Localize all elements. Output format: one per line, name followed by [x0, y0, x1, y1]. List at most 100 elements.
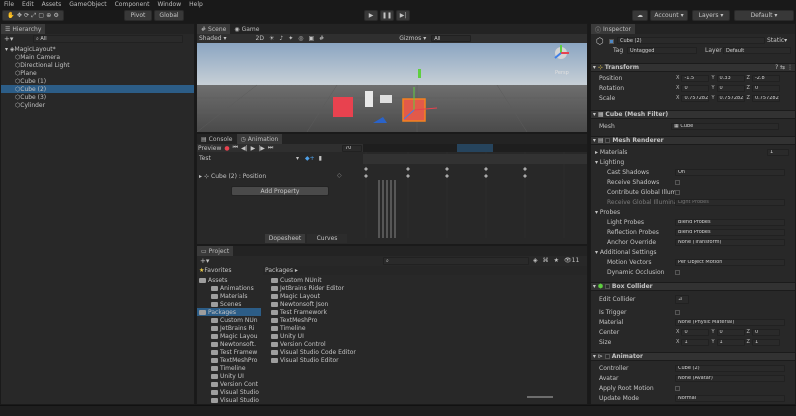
collider-enabled-checkbox[interactable] [605, 284, 610, 289]
hidden-toggle-icon[interactable]: ◎ [298, 35, 303, 42]
contribute-gi-checkbox[interactable] [675, 189, 680, 195]
hierarchy-item[interactable]: ⬡ Cube (1) [1, 77, 194, 85]
filter-label-icon[interactable]: ⌘ [543, 257, 549, 264]
star-filter-icon[interactable]: ★ [554, 257, 559, 264]
curves-tab[interactable]: Curves [307, 234, 347, 243]
global-toggle[interactable]: Global [154, 10, 184, 21]
cube-1[interactable] [380, 95, 392, 103]
materials-count[interactable]: 1 [767, 148, 789, 156]
cloud-icon[interactable]: ☁ [632, 10, 648, 21]
layout-dropdown[interactable]: Default ▾ [734, 10, 794, 21]
hierarchy-item[interactable]: ⬡ Cube (3) [1, 93, 194, 101]
package-item[interactable]: Test Framework [263, 308, 587, 316]
create-button[interactable]: +▾ [200, 257, 209, 265]
menu-gameobject[interactable]: GameObject [65, 1, 110, 8]
controller-field[interactable]: Cube (2) [675, 364, 785, 372]
play-anim-icon[interactable]: ▶ [251, 145, 256, 152]
hierarchy-item[interactable]: ⬡ Cylinder [1, 101, 194, 109]
play-button[interactable]: ▶ [364, 10, 378, 21]
expand-icon[interactable]: ▸ [199, 173, 202, 180]
grid-icon[interactable]: # [319, 35, 324, 42]
prop-keyframe-icon[interactable]: ◇ [337, 172, 349, 180]
package-item[interactable]: TextMeshPro [263, 316, 587, 324]
record-icon[interactable]: ● [224, 145, 229, 152]
time-ruler[interactable] [363, 144, 587, 152]
transform-z-field[interactable]: -2.8 [751, 74, 780, 82]
rect-tool-icon[interactable]: ▢ [38, 12, 44, 19]
tree-folder[interactable]: Materials [197, 292, 261, 300]
menu-file[interactable]: File [0, 1, 18, 8]
cast-shadows-dropdown[interactable]: On [675, 168, 785, 176]
dopesheet-tab[interactable]: Dopesheet [265, 234, 305, 243]
first-key-icon[interactable]: ⏮ [233, 144, 238, 152]
transform-tool-icon[interactable]: ⊕ [46, 12, 51, 19]
tree-package[interactable]: Visual Studio [197, 396, 261, 404]
lighting-section[interactable]: ▾ Lighting [591, 158, 795, 166]
scale-tool-icon[interactable]: ⤢ [31, 12, 36, 20]
camera-icon[interactable]: ▣ [308, 35, 314, 42]
project-search-input[interactable]: ⌕ [383, 257, 529, 265]
transform-x-field[interactable]: -1.5 [681, 74, 710, 82]
red-cube[interactable] [333, 97, 353, 117]
tree-package[interactable]: Newtonsoft. [197, 340, 261, 348]
package-item[interactable]: Timeline [263, 324, 587, 332]
dynamic-occlusion-checkbox[interactable] [675, 269, 680, 275]
is-trigger-checkbox[interactable] [675, 309, 680, 315]
pause-button[interactable]: ❚❚ [380, 10, 394, 21]
size-x-field[interactable]: 1 [681, 338, 710, 346]
anchor-override-field[interactable]: None (Transform) [675, 238, 785, 246]
shading-dropdown[interactable]: Shaded ▾ [199, 35, 227, 42]
transform-y-field[interactable]: 0.757282 [716, 94, 745, 102]
receive-shadows-checkbox[interactable] [675, 179, 680, 185]
box-collider-header[interactable]: ▾ ⬢ Box Collider [591, 282, 795, 291]
audio-toggle-icon[interactable]: ♪ [279, 35, 283, 42]
tab-inspector[interactable]: ⓘ Inspector [591, 24, 636, 34]
tree-package[interactable]: JetBrains Ri [197, 324, 261, 332]
clip-dropdown[interactable]: Test ▾ [199, 154, 299, 162]
hierarchy-item[interactable]: ⬡ Cube (2) [1, 85, 194, 93]
tab-hierarchy[interactable]: ☰ Hierarchy [1, 24, 46, 34]
scene-viewport[interactable]: Persp [197, 43, 587, 132]
edit-collider-button[interactable]: ⊿ [675, 294, 689, 304]
update-mode-dropdown[interactable]: Normal [675, 394, 785, 402]
tree-folder[interactable]: Animations [197, 284, 261, 292]
tab-game[interactable]: ◉ Game [230, 24, 263, 34]
preview-toggle[interactable]: Preview [198, 145, 221, 152]
next-key-icon[interactable]: |▶ [258, 145, 265, 152]
mesh-renderer-header[interactable]: ▾ ▤ Mesh Renderer [591, 136, 795, 145]
materials-row[interactable]: ▸ Materials 1 [591, 148, 795, 156]
tree-package[interactable]: Custom NUn [197, 316, 261, 324]
lighting-toggle-icon[interactable]: ☀ [269, 35, 274, 42]
menu-edit[interactable]: Edit [18, 1, 38, 8]
filter-type-icon[interactable]: ◈ [533, 257, 538, 264]
add-event-icon[interactable]: ▮ [319, 155, 322, 162]
add-property-button[interactable]: Add Property [231, 186, 329, 196]
renderer-enabled-checkbox[interactable] [605, 138, 611, 143]
collider-material-field[interactable]: None (Physic Material) [675, 318, 785, 326]
add-keyframe-icon[interactable]: ◆+ [305, 155, 315, 162]
static-dropdown[interactable]: Static▾ [767, 37, 787, 44]
tree-package[interactable]: Test Framew [197, 348, 261, 356]
menu-window[interactable]: Window [153, 1, 185, 8]
hand-tool-icon[interactable]: ✋ [7, 12, 14, 19]
tree-folder-packages[interactable]: Packages [197, 308, 261, 316]
package-item[interactable]: JetBrains Rider Editor [263, 284, 587, 292]
transform-y-field[interactable]: 0.33 [716, 74, 745, 82]
avatar-field[interactable]: None (Avatar) [675, 374, 785, 382]
package-item[interactable]: Unity UI [263, 332, 587, 340]
transform-x-field[interactable]: 0 [681, 84, 710, 92]
tree-folder[interactable]: Scenes [197, 300, 261, 308]
reflection-probes-dropdown[interactable]: Blend Probes [675, 228, 785, 236]
hierarchy-search-input[interactable]: ⌕ All [33, 35, 183, 43]
tree-package[interactable]: Timeline [197, 364, 261, 372]
tab-project[interactable]: ▭ Project [197, 246, 234, 256]
package-item[interactable]: Custom NUnit [263, 276, 587, 284]
center-y-field[interactable]: 0 [716, 328, 745, 336]
package-item[interactable]: Visual Studio Code Editor [263, 348, 587, 356]
mesh-filter-header[interactable]: ▾ ▦ Cube (Mesh Filter) [591, 110, 795, 119]
menu-component[interactable]: Component [111, 1, 154, 8]
hierarchy-item[interactable]: ▾ ◈ MagicLayout* [1, 45, 194, 53]
frame-field[interactable]: 70 [342, 144, 362, 152]
transform-x-field[interactable]: 0.757282 [681, 94, 710, 102]
tab-animation[interactable]: ◷ Animation [236, 134, 283, 144]
